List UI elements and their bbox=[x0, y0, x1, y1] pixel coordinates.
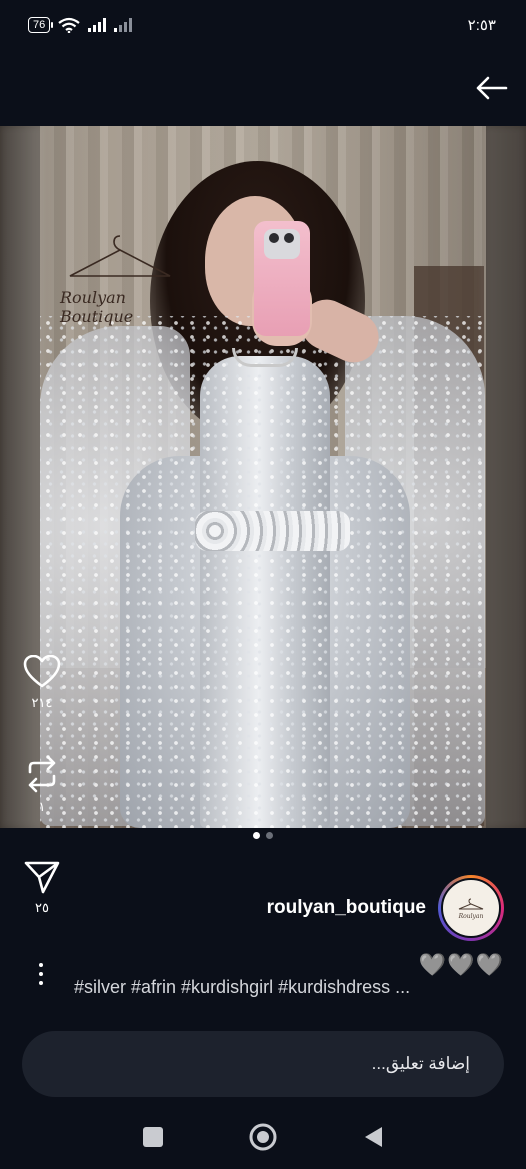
heart-icon bbox=[23, 655, 61, 688]
boutique-watermark: Roulyan Boutique bbox=[60, 226, 190, 326]
username[interactable]: roulyan_boutique bbox=[267, 897, 426, 919]
watermark-text: Roulyan Boutique bbox=[60, 288, 134, 326]
avatar[interactable]: Roulyan bbox=[438, 875, 504, 941]
carousel-dot-2 bbox=[266, 832, 273, 839]
wifi-icon bbox=[58, 17, 80, 33]
repost-button[interactable]: ١ bbox=[22, 755, 62, 815]
signal-icon-secondary bbox=[114, 18, 133, 32]
hanger-logo-icon bbox=[69, 235, 171, 277]
share-button[interactable]: ٢٥ bbox=[22, 860, 62, 916]
like-count: ٢١٤ bbox=[31, 695, 53, 710]
phone-in-hand bbox=[254, 221, 310, 336]
carousel-indicator bbox=[0, 832, 526, 839]
clock: ٢:٥٣ bbox=[467, 17, 496, 34]
camera-icon bbox=[264, 229, 300, 259]
repost-count: ١ bbox=[38, 799, 46, 814]
avatar-image: Roulyan bbox=[441, 878, 501, 938]
hanger-logo-icon bbox=[458, 898, 484, 909]
post-image[interactable]: Roulyan Boutique bbox=[0, 126, 526, 828]
battery-icon: 76 bbox=[28, 17, 54, 33]
carousel-dot-1 bbox=[253, 832, 260, 839]
comment-input[interactable]: إضافة تعليق... bbox=[22, 1031, 504, 1097]
blur-edge-right bbox=[484, 126, 526, 828]
status-icons: 76 bbox=[28, 17, 133, 33]
square-icon bbox=[143, 1127, 163, 1147]
circle-icon bbox=[249, 1123, 277, 1151]
top-bar bbox=[0, 50, 526, 126]
post-caption[interactable]: #silver #afrin #kurdishgirl #kurdishdres… bbox=[74, 977, 494, 998]
home-button[interactable] bbox=[248, 1122, 278, 1152]
comment-placeholder: إضافة تعليق... bbox=[371, 1054, 470, 1073]
share-count: ٢٥ bbox=[35, 900, 49, 915]
back-button[interactable] bbox=[358, 1122, 388, 1152]
recents-button[interactable] bbox=[138, 1122, 168, 1152]
author-row[interactable]: roulyan_boutique Roulyan bbox=[267, 875, 504, 941]
signal-icon bbox=[88, 18, 107, 32]
reaction-hearts: 🩶🩶🩶 bbox=[418, 952, 504, 977]
back-arrow-icon[interactable] bbox=[476, 72, 508, 104]
sequin-pattern bbox=[40, 316, 486, 828]
avatar-brand-text: Roulyan bbox=[458, 912, 484, 920]
necklace bbox=[232, 348, 298, 367]
repost-icon bbox=[28, 755, 56, 793]
like-button[interactable]: ٢١٤ bbox=[22, 655, 62, 711]
silver-belt bbox=[195, 511, 350, 551]
more-options-button[interactable] bbox=[30, 963, 52, 993]
status-bar: 76 ٢:٥٣ bbox=[0, 0, 526, 50]
system-nav-bar bbox=[0, 1105, 526, 1169]
triangle-back-icon bbox=[365, 1127, 382, 1147]
send-icon bbox=[24, 861, 60, 894]
blur-edge-left bbox=[0, 126, 42, 828]
